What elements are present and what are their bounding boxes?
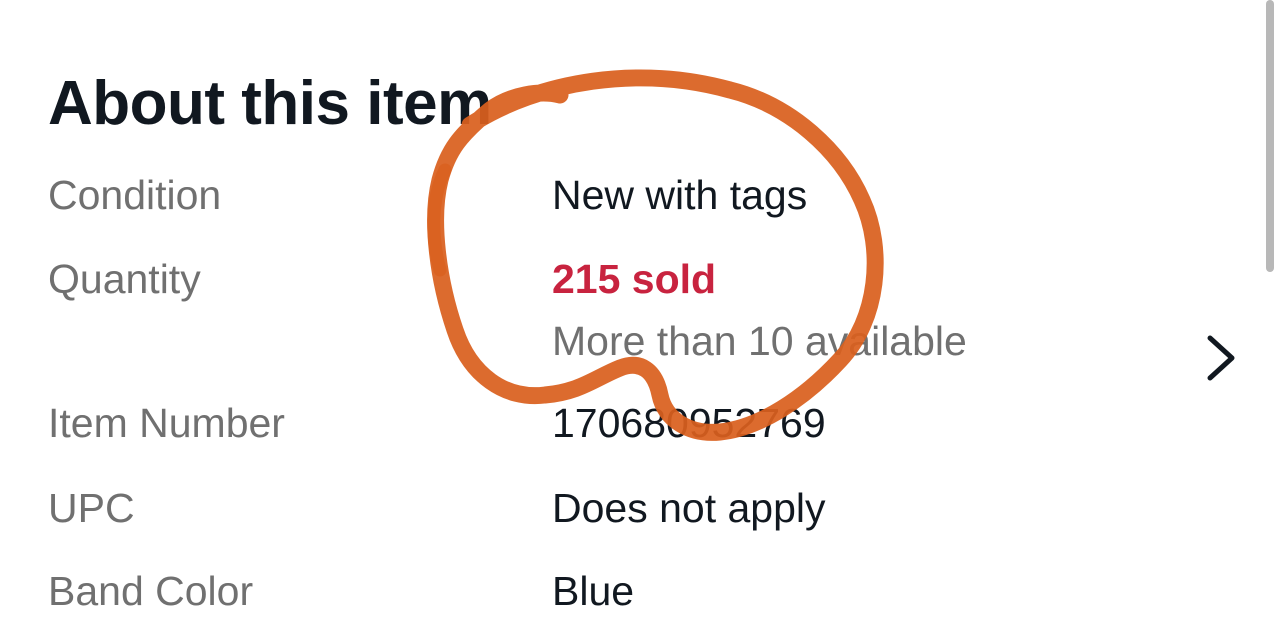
quantity-available: More than 10 available — [552, 318, 967, 364]
band-color-value: Blue — [552, 568, 635, 614]
section-title: About this item — [48, 69, 492, 138]
quantity-label: Quantity — [48, 256, 201, 302]
upc-label: UPC — [48, 485, 135, 531]
item-number-label: Item Number — [48, 400, 285, 446]
chevron-right-icon[interactable] — [1198, 330, 1242, 386]
condition-value: New with tags — [552, 172, 808, 218]
quantity-sold: 215 sold — [552, 256, 717, 302]
band-color-label: Band Color — [48, 568, 254, 614]
upc-value: Does not apply — [552, 485, 826, 531]
condition-label: Condition — [48, 172, 222, 218]
scrollbar[interactable] — [1266, 0, 1274, 272]
item-number-value: 170680952769 — [552, 400, 826, 446]
